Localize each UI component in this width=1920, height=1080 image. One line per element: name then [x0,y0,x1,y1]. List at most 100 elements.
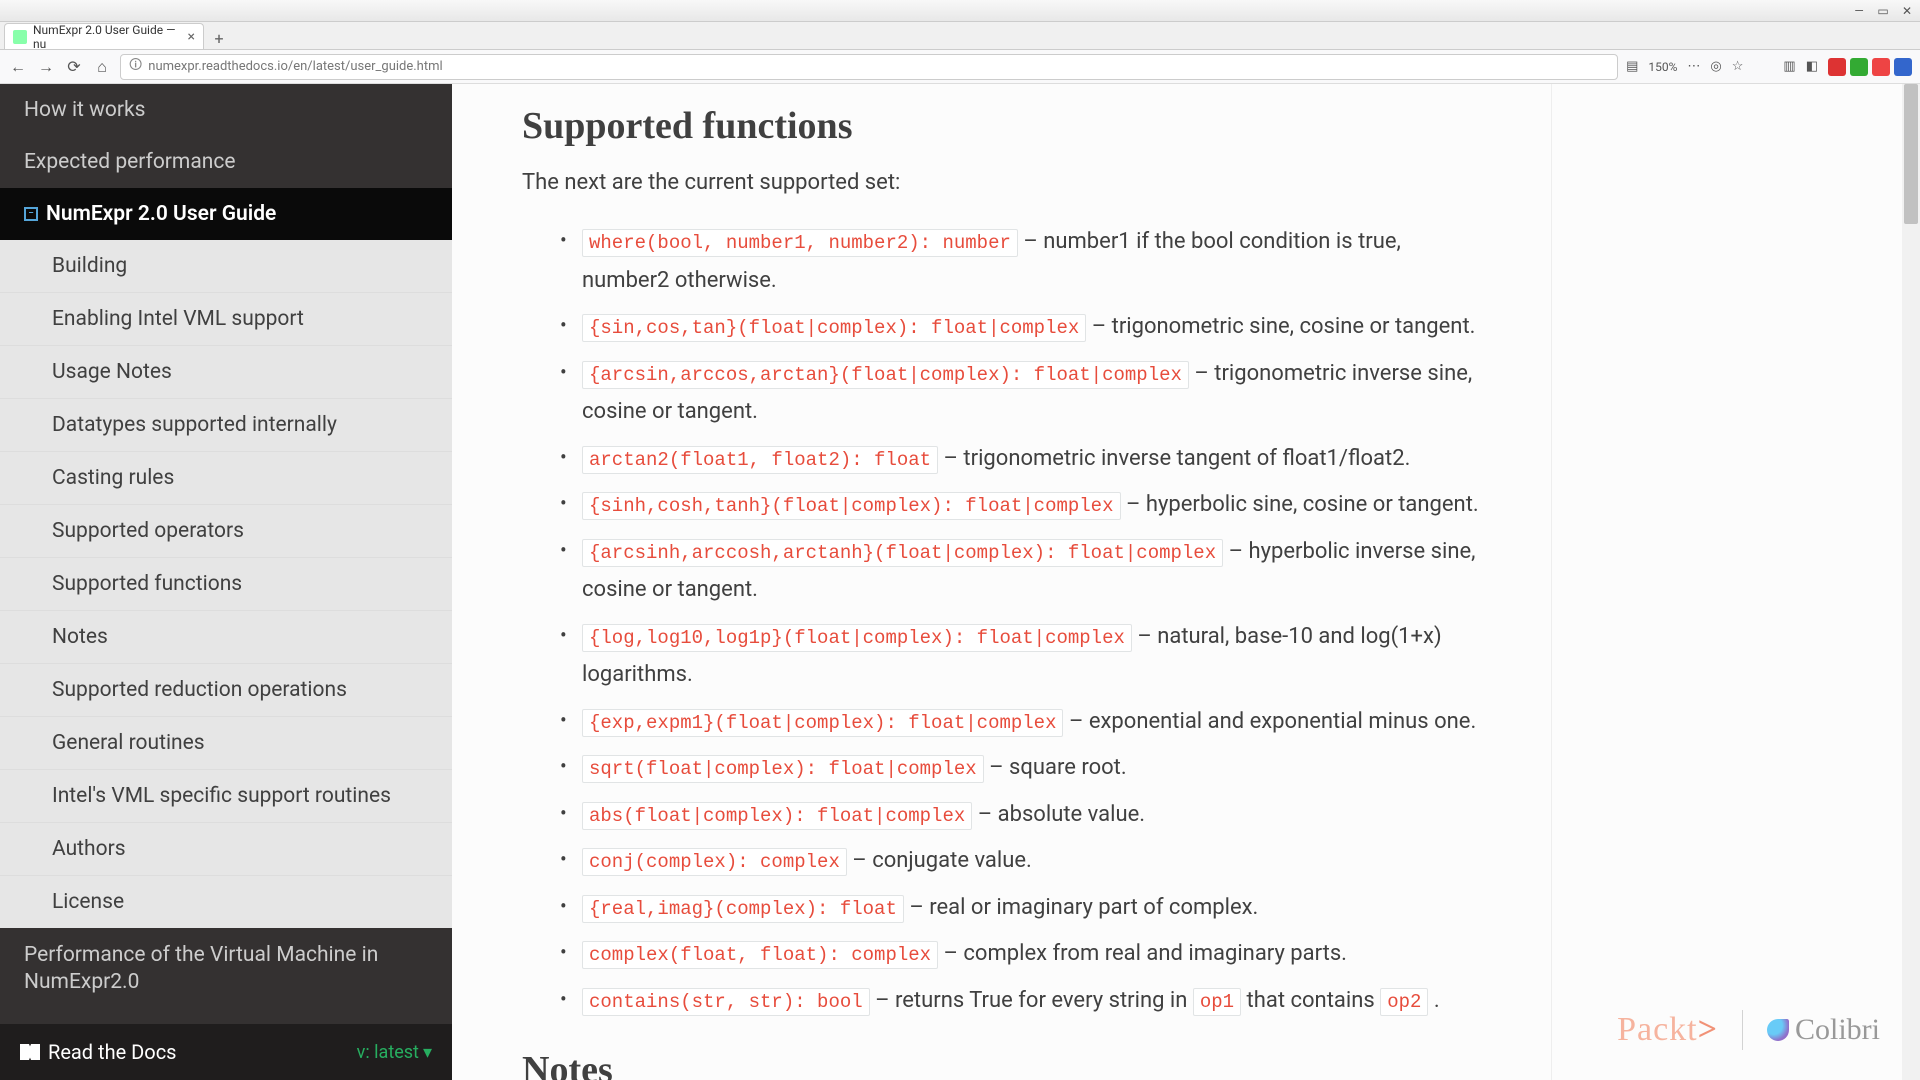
scroll-thumb[interactable] [1904,84,1918,224]
sidebar-toggle-icon[interactable]: ◧ [1806,59,1818,74]
function-item: abs(float|complex): float|complex – abso… [582,796,1481,835]
code-literal: op1 [1193,988,1241,1016]
packt-logo: Packt> [1617,1011,1718,1049]
function-item: {arcsin,arccos,arctan}(float|complex): f… [582,355,1481,432]
bird-icon [1767,1019,1789,1041]
library-icon[interactable]: ▥ [1783,59,1795,74]
caret-down-icon: ▾ [423,1042,432,1063]
function-item: conj(complex): complex – conjugate value… [582,842,1481,881]
code-literal: {sin,cos,tan}(float|complex): float|comp… [582,314,1086,342]
watermark: Packt> Colibri [1617,1010,1880,1050]
tab-favicon [13,30,27,44]
scrollbar[interactable] [1902,84,1920,1080]
sidebar-subitem[interactable]: Supported functions [0,558,452,611]
extension-icon[interactable] [1828,58,1846,76]
window-maximize-button[interactable]: ▭ [1876,4,1890,18]
page: How it works Expected performance − NumE… [0,84,1920,1080]
code-literal: {arcsin,arccos,arctan}(float|complex): f… [582,361,1189,389]
back-button[interactable]: ← [8,57,28,77]
sidebar-subitem[interactable]: Supported reduction operations [0,664,452,717]
code-literal: contains(str, str): bool [582,988,870,1016]
browser-toolbar: ← → ⟳ ⌂ 🛈 numexpr.readthedocs.io/en/late… [0,50,1920,84]
code-literal: where(bool, number1, number2): number [582,229,1018,257]
code-literal: arctan2(float1, float2): float [582,446,938,474]
tab-close-button[interactable]: × [188,30,195,44]
code-literal: {real,imag}(complex): float [582,895,904,923]
reload-button[interactable]: ⟳ [64,57,84,77]
sidebar-subitem[interactable]: Building [0,240,452,293]
sidebar-subnav: Building Enabling Intel VML support Usag… [0,240,452,928]
sidebar-current-label: NumExpr 2.0 User Guide [46,202,276,226]
sidebar-subitem[interactable]: Intel's VML specific support routines [0,770,452,823]
function-item: {log,log10,log1p}(float|complex): float|… [582,618,1481,695]
sidebar-item[interactable]: How it works [0,84,452,136]
code-literal: {sinh,cosh,tanh}(float|complex): float|c… [582,492,1121,520]
code-literal: complex(float, float): complex [582,941,938,969]
lock-icon: 🛈 [129,56,142,78]
function-list: where(bool, number1, number2): number – … [522,223,1481,1020]
code-literal: sqrt(float|complex): float|complex [582,755,984,783]
version-selector[interactable]: v: latest ▾ [357,1042,432,1063]
toolbar-right: ▤ 150% ⋯ ◎ ☆ ▥ ◧ [1626,58,1912,76]
sidebar-item[interactable]: NumExpr with Intel MKL [0,1011,452,1024]
sidebar-subitem[interactable]: Authors [0,823,452,876]
window-close-button[interactable]: ✕ [1900,4,1914,18]
function-item: where(bool, number1, number2): number – … [582,223,1481,300]
reader-mode-icon[interactable]: ▤ [1626,59,1638,74]
extension-icons [1828,58,1912,76]
function-item: arctan2(float1, float2): float – trigono… [582,440,1481,479]
function-item: {sin,cos,tan}(float|complex): float|comp… [582,308,1481,347]
sidebar-subitem[interactable]: General routines [0,717,452,770]
sidebar-subitem[interactable]: Casting rules [0,452,452,505]
code-literal: {exp,expm1}(float|complex): float|comple… [582,709,1063,737]
code-literal: conj(complex): complex [582,848,847,876]
function-item: contains(str, str): bool – returns True … [582,982,1481,1021]
home-button[interactable]: ⌂ [92,57,112,77]
book-icon [20,1044,40,1060]
page-heading: Supported functions [522,104,1481,148]
url-text: numexpr.readthedocs.io/en/latest/user_gu… [148,59,442,74]
rtd-label: Read the Docs [48,1040,177,1064]
notes-heading: Notes [522,1048,1481,1080]
function-item: {exp,expm1}(float|complex): float|comple… [582,703,1481,742]
extension-icon[interactable] [1872,58,1890,76]
window-minimize-button[interactable]: — [1852,4,1866,18]
address-bar[interactable]: 🛈 numexpr.readthedocs.io/en/latest/user_… [120,54,1618,80]
rtd-version-bar[interactable]: Read the Docs v: latest ▾ [0,1024,452,1080]
extension-icon[interactable] [1850,58,1868,76]
collapse-icon[interactable]: − [24,207,38,221]
protection-icon[interactable]: ◎ [1710,59,1721,74]
sidebar-subitem[interactable]: Datatypes supported internally [0,399,452,452]
code-literal: abs(float|complex): float|complex [582,802,972,830]
sidebar-subitem[interactable]: Notes [0,611,452,664]
sidebar-subitem[interactable]: Usage Notes [0,346,452,399]
zoom-level[interactable]: 150% [1648,60,1677,74]
function-item: {sinh,cosh,tanh}(float|complex): float|c… [582,486,1481,525]
bookmark-icon[interactable]: ☆ [1732,59,1744,74]
browser-tab[interactable]: NumExpr 2.0 User Guide — nu × [4,23,204,49]
forward-button[interactable]: → [36,57,56,77]
divider [1742,1010,1743,1050]
code-literal: {arcsinh,arccosh,arctanh}(float|complex)… [582,539,1223,567]
sidebar-subitem[interactable]: Enabling Intel VML support [0,293,452,346]
intro-text: The next are the current supported set: [522,170,1481,195]
extension-icon[interactable] [1894,58,1912,76]
code-literal: {log,log10,log1p}(float|complex): float|… [582,624,1132,652]
tab-strip: NumExpr 2.0 User Guide — nu × + [0,22,1920,50]
function-item: sqrt(float|complex): float|complex – squ… [582,749,1481,788]
sidebar: How it works Expected performance − NumE… [0,84,452,1080]
sidebar-item-current[interactable]: − NumExpr 2.0 User Guide [0,188,452,240]
new-tab-button[interactable]: + [208,27,230,49]
window-title-bar: — ▭ ✕ [0,0,1920,22]
sidebar-subitem[interactable]: License [0,876,452,928]
function-item: {arcsinh,arccosh,arctanh}(float|complex)… [582,533,1481,610]
more-actions-icon[interactable]: ⋯ [1687,59,1700,74]
code-literal: op2 [1380,988,1428,1016]
content-area: Supported functions The next are the cur… [452,84,1920,1080]
tab-title: NumExpr 2.0 User Guide — nu [33,23,182,51]
sidebar-item[interactable]: Performance of the Virtual Machine in Nu… [0,928,452,1011]
function-item: {real,imag}(complex): float – real or im… [582,889,1481,928]
colibri-logo: Colibri [1767,1013,1880,1047]
sidebar-item[interactable]: Expected performance [0,136,452,188]
sidebar-subitem[interactable]: Supported operators [0,505,452,558]
